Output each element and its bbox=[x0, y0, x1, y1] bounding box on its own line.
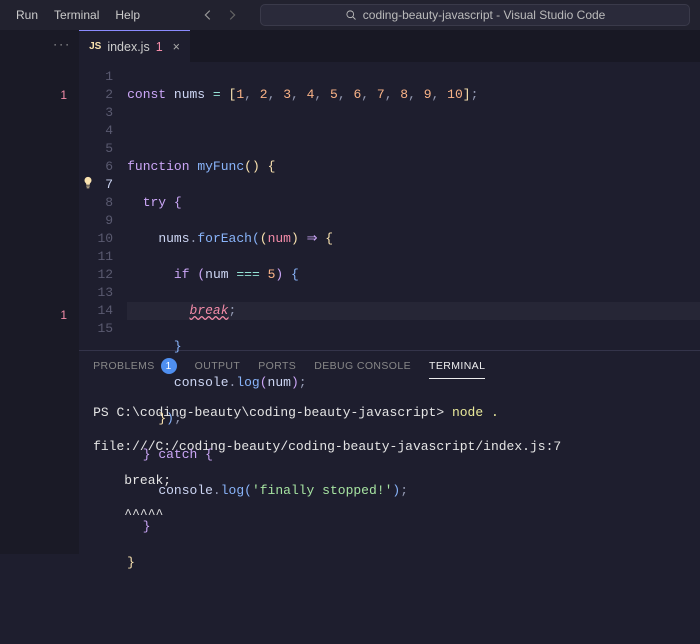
line-number: 6 bbox=[79, 158, 113, 176]
command-center[interactable]: coding-beauty-javascript - Visual Studio… bbox=[260, 4, 690, 26]
line-number: 9 bbox=[79, 212, 113, 230]
code-content[interactable]: const nums = [1, 2, 3, 4, 5, 6, 7, 8, 9,… bbox=[127, 68, 700, 350]
line-number: 7 bbox=[79, 176, 113, 194]
tab-label: index.js bbox=[107, 40, 149, 54]
editor-group: JS index.js 1 × 1 2 3 4 5 6 7 8 9 10 11 bbox=[79, 30, 700, 554]
tab-index-js[interactable]: JS index.js 1 × bbox=[79, 30, 190, 62]
nav-arrows bbox=[200, 7, 240, 23]
line-gutter: 1 2 3 4 5 6 7 8 9 10 11 12 13 14 15 bbox=[79, 68, 127, 350]
line-number: 2 bbox=[79, 86, 113, 104]
nav-back-icon[interactable] bbox=[200, 7, 216, 23]
line-number: 15 bbox=[79, 320, 113, 338]
search-icon bbox=[345, 9, 357, 21]
line-number: 1 bbox=[79, 68, 113, 86]
sidebar-error-count-outline: 1 bbox=[0, 304, 79, 326]
sidebar-error-count: 1 bbox=[0, 84, 79, 106]
line-number: 12 bbox=[79, 266, 113, 284]
line-number: 3 bbox=[79, 104, 113, 122]
line-number: 13 bbox=[79, 284, 113, 302]
explorer-sidebar: ··· 1 1 bbox=[0, 30, 79, 554]
line-number: 10 bbox=[79, 230, 113, 248]
window-title: coding-beauty-javascript - Visual Studio… bbox=[363, 8, 606, 22]
menu-help[interactable]: Help bbox=[107, 4, 148, 26]
tab-bar: JS index.js 1 × bbox=[79, 30, 700, 62]
line-number: 4 bbox=[79, 122, 113, 140]
menu-bar: Run Terminal Help bbox=[8, 4, 148, 26]
js-file-icon: JS bbox=[89, 41, 101, 52]
close-icon[interactable]: × bbox=[173, 40, 180, 54]
menu-terminal[interactable]: Terminal bbox=[46, 4, 107, 26]
sidebar-file-row[interactable] bbox=[0, 58, 79, 84]
line-number: 14 bbox=[79, 302, 113, 320]
line-number: 11 bbox=[79, 248, 113, 266]
sidebar-actions[interactable]: ··· bbox=[0, 30, 79, 58]
code-editor[interactable]: 1 2 3 4 5 6 7 8 9 10 11 12 13 14 15 cons… bbox=[79, 62, 700, 350]
line-number: 5 bbox=[79, 140, 113, 158]
tab-error-badge: 1 bbox=[156, 40, 163, 54]
menu-run[interactable]: Run bbox=[8, 4, 46, 26]
line-number: 8 bbox=[79, 194, 113, 212]
nav-forward-icon[interactable] bbox=[224, 7, 240, 23]
title-bar: Run Terminal Help coding-beauty-javascri… bbox=[0, 0, 700, 30]
